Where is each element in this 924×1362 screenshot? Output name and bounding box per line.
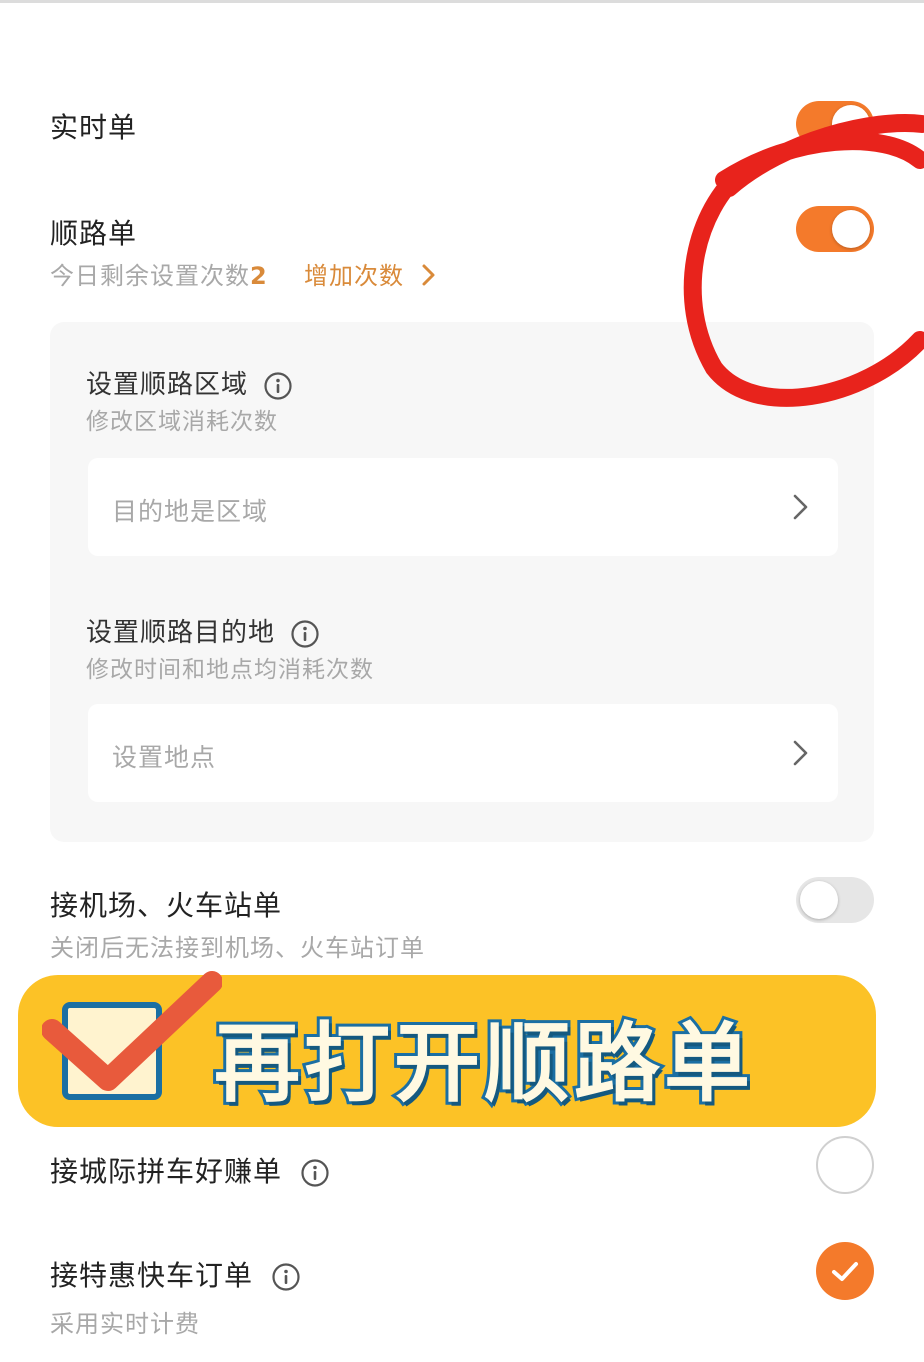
route-destination-title: 设置顺路目的地 (86, 612, 320, 649)
add-count-link[interactable]: 增加次数 (304, 256, 437, 291)
info-icon[interactable] (290, 619, 320, 649)
intercity-carpool-checkbox[interactable] (816, 1136, 874, 1194)
route-destination-title-text: 设置顺路目的地 (86, 618, 276, 648)
airport-station-subtitle: 关闭后无法接到机场、火车站订单 (50, 934, 425, 962)
check-icon (832, 1262, 858, 1281)
remaining-count-row: 今日剩余设置次数2 (50, 256, 268, 291)
intercity-carpool-label: 接城际拼车好赚单 (50, 1150, 330, 1190)
annotation-circle (683, 114, 924, 407)
banner-text: 再打开顺路单 (211, 1011, 754, 1117)
chevron-right-icon (793, 494, 808, 520)
route-destination-subtitle: 修改时间和地点均消耗次数 (86, 657, 374, 683)
airport-station-label: 接机场、火车站单 (50, 889, 283, 922)
info-icon[interactable] (300, 1158, 330, 1188)
info-icon[interactable] (271, 1262, 301, 1292)
discount-express-subtitle: 采用实时计费 (50, 1310, 200, 1338)
discount-express-checkbox[interactable] (816, 1242, 874, 1300)
airport-station-toggle[interactable] (796, 877, 874, 923)
remaining-count-value: 2 (250, 262, 268, 290)
route-destination-placeholder: 设置地点 (112, 743, 217, 772)
route-area-selector[interactable]: 目的地是区域 (88, 458, 838, 556)
info-icon[interactable] (263, 371, 293, 401)
discount-express-label: 接特惠快车订单 (50, 1254, 301, 1294)
chevron-right-icon (422, 264, 435, 286)
checkmark-icon (42, 971, 222, 1091)
route-area-title: 设置顺路区域 (86, 364, 293, 401)
toggle-knob (800, 881, 838, 919)
add-count-label: 增加次数 (304, 262, 404, 290)
route-area-subtitle: 修改区域消耗次数 (86, 409, 278, 435)
route-area-placeholder: 目的地是区域 (112, 497, 269, 526)
along-route-order-label: 顺路单 (50, 217, 138, 250)
discount-express-text: 接特惠快车订单 (50, 1259, 254, 1292)
route-area-title-text: 设置顺路区域 (86, 370, 249, 400)
intercity-carpool-text: 接城际拼车好赚单 (50, 1155, 283, 1188)
realtime-order-label: 实时单 (50, 111, 138, 144)
route-destination-selector[interactable]: 设置地点 (88, 704, 838, 802)
chevron-right-icon (793, 740, 808, 766)
top-edge (0, 0, 924, 3)
remaining-count-label: 今日剩余设置次数 (50, 262, 250, 290)
